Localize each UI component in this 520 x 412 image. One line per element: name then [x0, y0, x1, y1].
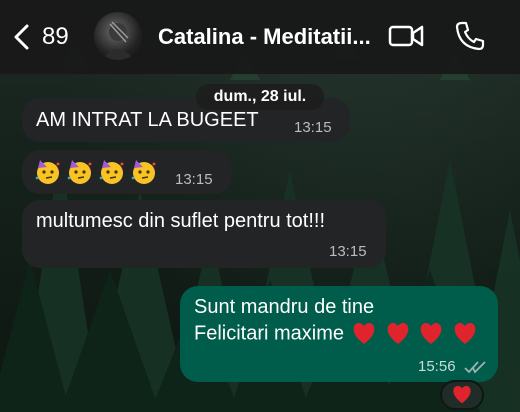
emoji-row	[34, 158, 158, 186]
message-text-line-2: Felicitari maxime	[194, 322, 345, 345]
contact-name[interactable]: Catalina - Meditatii...	[158, 24, 371, 50]
partying-face-icon	[99, 160, 124, 184]
message-bubble[interactable]: 13:15	[22, 150, 232, 194]
contact-avatar[interactable]	[94, 12, 142, 60]
red-heart-icon	[454, 323, 476, 344]
message-text: multumesc din suflet pentru tot!!!	[36, 210, 326, 232]
message-text-line-1: Sunt mandru de tine	[194, 296, 375, 318]
message-text: AM INTRAT LA BUGEET	[36, 109, 259, 131]
message-time: 13:15	[329, 243, 367, 260]
message-time: 15:56	[418, 358, 456, 375]
message-reaction[interactable]	[440, 380, 484, 410]
partying-face-icon	[35, 160, 60, 184]
message-bubble[interactable]: Sunt mandru de tine Felicitari maxime 15…	[180, 286, 498, 382]
red-heart-icon	[354, 323, 375, 344]
chevron-left-icon[interactable]	[8, 22, 38, 52]
red-heart-icon	[421, 323, 442, 344]
message-time: 13:15	[294, 119, 332, 136]
red-heart-icon	[453, 385, 471, 404]
phone-call-icon[interactable]	[454, 20, 486, 52]
message-bubble[interactable]: multumesc din suflet pentru tot!!! 13:15	[22, 200, 386, 268]
red-heart-icon	[387, 323, 409, 344]
avatar-image	[102, 21, 134, 60]
video-call-icon[interactable]	[388, 22, 424, 50]
partying-face-icon	[131, 160, 156, 184]
read-receipt-icon	[464, 361, 486, 374]
partying-face-icon	[67, 160, 92, 184]
message-time: 13:15	[175, 171, 213, 188]
message-line-2: Felicitari maxime	[194, 322, 478, 346]
chat-header: 89 Catalina - Meditatii...	[0, 0, 520, 74]
date-separator: dum., 28 iul.	[196, 84, 324, 110]
unread-count[interactable]: 89	[42, 23, 69, 51]
